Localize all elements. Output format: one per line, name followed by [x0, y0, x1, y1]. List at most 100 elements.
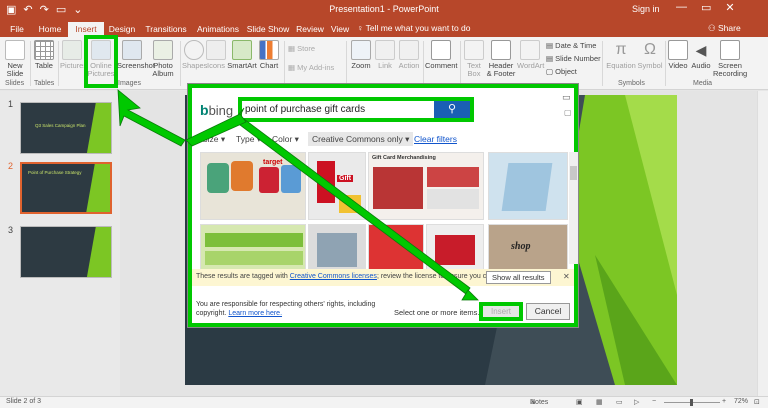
learn-more-link[interactable]: Learn more here. — [228, 310, 282, 317]
text-box-button[interactable]: Text Box — [463, 40, 485, 78]
header-footer-button[interactable]: Header & Footer — [486, 40, 516, 78]
zoom-button[interactable]: Zoom — [350, 40, 372, 70]
date-time-button[interactable]: ▤ Date & Time — [546, 41, 596, 50]
store-button[interactable]: ▦ Store — [288, 44, 315, 53]
insert-button[interactable]: Insert — [479, 302, 523, 321]
minimize-icon[interactable]: — — [676, 1, 687, 14]
tab-file[interactable]: File — [4, 22, 30, 37]
audio-label: Audio — [691, 61, 711, 70]
symbol-button[interactable]: Ω Symbol — [637, 40, 663, 70]
vertical-scrollbar[interactable] — [757, 91, 768, 396]
results-scrollbar[interactable] — [569, 152, 578, 264]
equation-button[interactable]: π Equation — [606, 40, 636, 70]
chart-icon — [259, 40, 279, 60]
zoom-slider-handle[interactable] — [690, 399, 693, 406]
my-addins-button[interactable]: ▦ My Add-ins — [288, 63, 334, 72]
store-icon: ▦ — [288, 44, 298, 53]
object-button[interactable]: ▢ Object — [546, 67, 577, 76]
smartart-button[interactable]: SmartArt — [227, 40, 257, 70]
thumbnail-accent-shape — [85, 103, 111, 153]
result-image-4[interactable] — [488, 152, 568, 220]
chart-button[interactable]: Chart — [258, 40, 280, 70]
title-bar: ▣ ↶ ↷ ▭ ⌄ Presentation1 - PowerPoint Sig… — [0, 0, 768, 20]
result-image-8[interactable] — [426, 224, 484, 272]
zoom-in-icon[interactable]: + — [722, 398, 726, 405]
notes-label: Notes — [530, 399, 549, 406]
restore-dialog-icon[interactable]: ▢ — [564, 108, 572, 117]
action-label: Action — [398, 61, 420, 70]
tab-slide-show[interactable]: Slide Show — [244, 22, 292, 37]
slide-sorter-icon[interactable]: ▦ — [596, 398, 603, 406]
image-results-grid: target Gift Gift Card Merchandising shop — [200, 152, 570, 272]
license-filter[interactable]: Creative Commons only ▾ — [308, 132, 414, 146]
result-label: Gift Card Merchandising — [372, 155, 436, 161]
cancel-button[interactable]: Cancel — [526, 303, 570, 320]
tab-review[interactable]: Review — [293, 22, 327, 37]
slide-thumbnail-1[interactable]: Q3 Sales Campaign Plan — [20, 102, 112, 154]
shapes-button[interactable]: Shapes — [182, 40, 207, 70]
share-button[interactable]: ⚇ Share — [708, 23, 741, 34]
video-button[interactable]: Video — [667, 40, 689, 70]
fit-slide-icon[interactable]: ⊡ — [754, 398, 760, 406]
wordart-button[interactable]: WordArt — [517, 40, 544, 70]
close-icon[interactable]: ✕ — [725, 1, 734, 14]
audio-button[interactable]: ◀ Audio — [690, 40, 712, 70]
photo-album-button[interactable]: Photo Album — [149, 40, 177, 78]
selection-hint: Select one or more items. — [394, 308, 480, 317]
comment-button[interactable]: Comment — [425, 40, 458, 70]
tab-transitions[interactable]: Transitions — [141, 22, 191, 37]
pictures-button[interactable]: Pictures — [60, 40, 87, 70]
result-image-6[interactable] — [308, 224, 366, 272]
separator — [284, 41, 285, 86]
slideshow-view-icon[interactable]: ▷ — [634, 398, 639, 406]
scrollbar-thumb[interactable] — [570, 166, 577, 180]
screenshot-button[interactable]: Screenshot — [117, 40, 155, 70]
result-image-2[interactable]: Gift — [308, 152, 366, 220]
comment-icon — [431, 40, 451, 60]
link-button[interactable]: Link — [374, 40, 396, 70]
restore-icon[interactable]: ▭ — [701, 1, 711, 14]
tab-view[interactable]: View — [327, 22, 353, 37]
result-image-9[interactable]: shop — [488, 224, 568, 272]
result-image-1[interactable]: target — [200, 152, 306, 220]
icons-button[interactable]: Icons — [206, 40, 226, 70]
result-image-5[interactable] — [200, 224, 306, 272]
bing-b-icon: b — [200, 102, 209, 118]
reading-view-icon[interactable]: ▭ — [616, 398, 623, 406]
close-icon[interactable]: ✕ — [563, 272, 570, 281]
color-filter[interactable]: Color ▾ — [272, 132, 299, 146]
feedback-icon[interactable]: ▭ — [562, 92, 571, 103]
slide-thumbnail-3[interactable] — [20, 226, 112, 278]
tab-animations[interactable]: Animations — [193, 22, 243, 37]
header-footer-icon — [491, 40, 511, 60]
table-button[interactable]: Table — [32, 40, 56, 70]
result-image-7[interactable] — [368, 224, 424, 272]
new-slide-button[interactable]: New Slide — [4, 40, 26, 78]
show-all-results-button[interactable]: Show all results — [486, 271, 551, 284]
screen-recording-button[interactable]: Screen Recording — [713, 40, 747, 78]
zoom-level[interactable]: 72% — [734, 398, 748, 405]
result-image-3[interactable]: Gift Card Merchandising — [368, 152, 484, 220]
my-addins-label: My Add-ins — [297, 63, 335, 72]
header-footer-label: Header & Footer — [486, 61, 516, 78]
search-input[interactable] — [245, 102, 431, 117]
zoom-out-icon[interactable]: − — [652, 398, 656, 405]
owl-card-graphic — [231, 161, 253, 191]
type-filter[interactable]: Type ▾ — [236, 132, 261, 146]
screenshot-icon — [122, 40, 142, 60]
search-button[interactable]: ⚲ — [434, 101, 470, 118]
action-button[interactable]: Action — [397, 40, 421, 70]
slide-thumbnail-2[interactable]: Point of Purchase Strategy — [20, 162, 112, 214]
normal-view-icon[interactable]: ▣ — [576, 398, 583, 406]
sign-in-link[interactable]: Sign in — [632, 4, 660, 14]
clear-filters-link[interactable]: Clear filters — [414, 132, 457, 146]
photo-album-label: Photo Album — [152, 61, 174, 78]
size-filter[interactable]: Size ▾ — [202, 132, 225, 146]
tell-me-box[interactable]: ♀ Tell me what you want to do — [357, 23, 470, 33]
result-label: shop — [511, 241, 531, 252]
creative-commons-link[interactable]: Creative Commons licenses — [290, 273, 377, 280]
separator — [460, 41, 461, 86]
lightbulb-icon: ♀ — [357, 23, 366, 33]
slide-number-button[interactable]: ▤ Slide Number — [546, 54, 601, 63]
tab-home[interactable]: Home — [34, 22, 66, 37]
